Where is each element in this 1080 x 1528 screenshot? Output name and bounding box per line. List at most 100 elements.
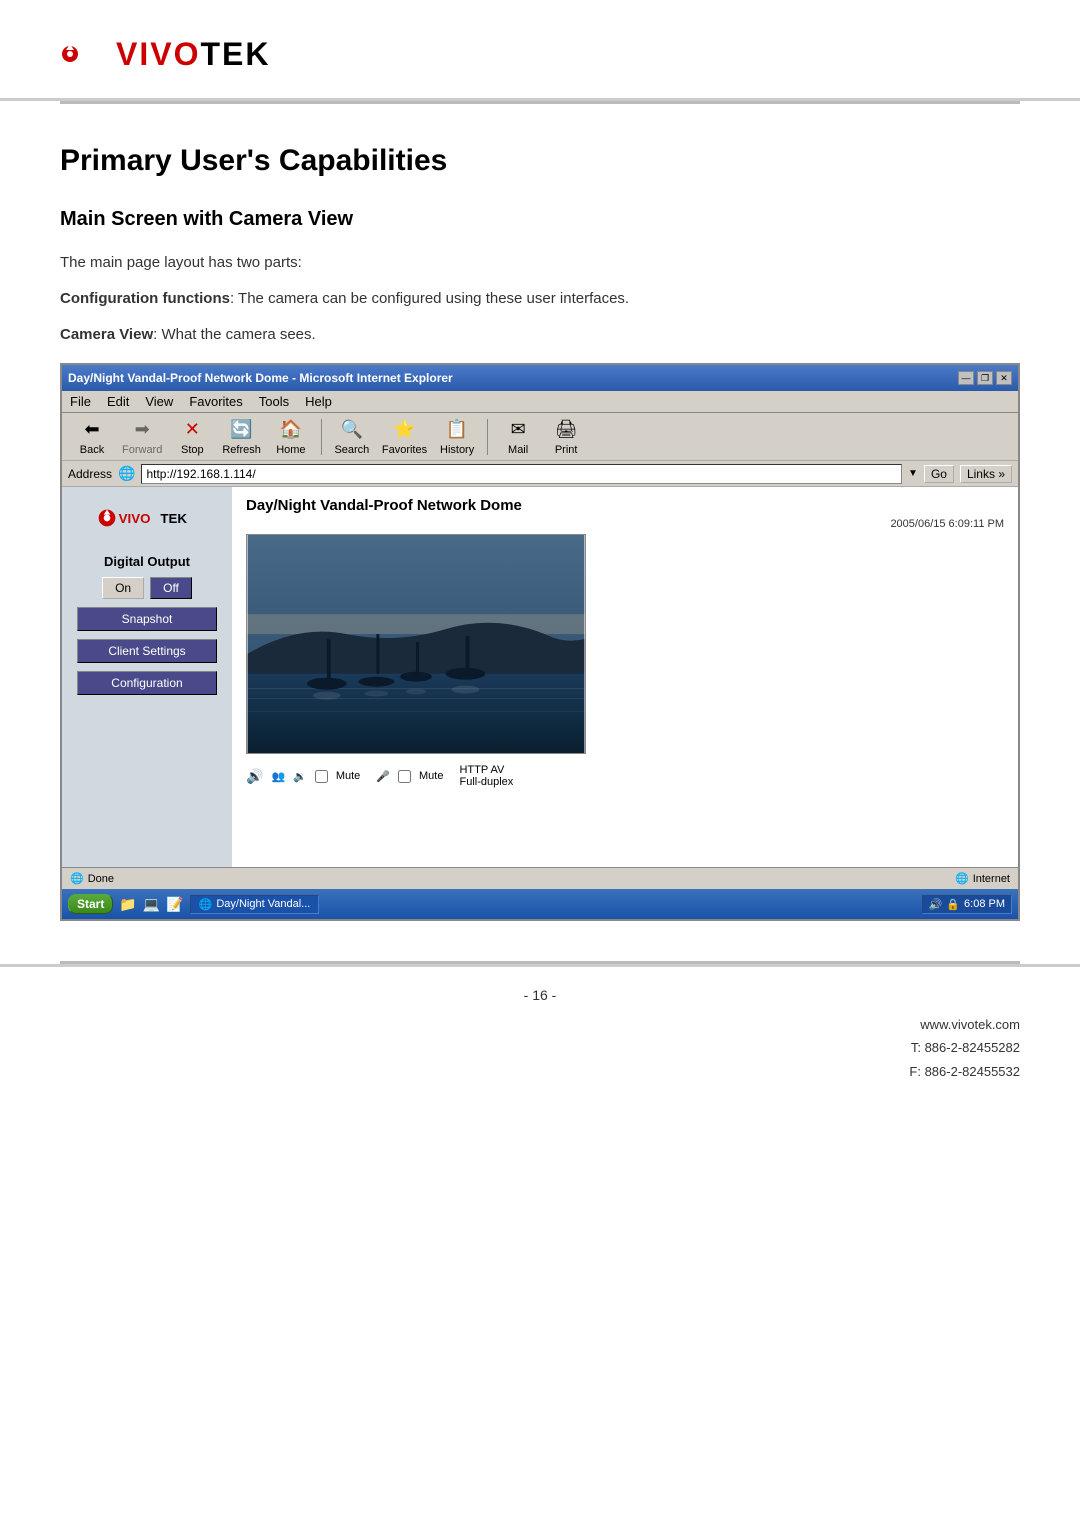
description2: Configuration functions: The camera can … [60,287,1020,311]
search-icon: 🔍 [340,418,364,442]
dropdown-arrow-icon: ▼ [908,468,918,479]
taskbar-icon3: 📝 [166,896,183,913]
sys-tray: 🔊 🔒 6:08 PM [922,895,1012,914]
page-footer: - 16 - www.vivotek.com T: 886-2-82455282… [0,964,1080,1103]
print-icon: 🖨 [554,418,578,442]
svg-text:TEK: TEK [160,511,187,526]
tray-icon2: 🔒 [946,898,960,911]
camera-title: Day/Night Vandal-Proof Network Dome [246,497,1004,514]
favorites-button[interactable]: ⭐ Favorites [378,416,431,458]
status-right: 🌐 Internet [955,872,1010,885]
client-settings-button[interactable]: Client Settings [77,639,217,663]
page-content: Primary User's Capabilities Main Screen … [0,104,1080,961]
history-button[interactable]: 📋 History [435,416,479,458]
address-label: Address [68,467,112,481]
digital-output-label: Digital Output [104,554,190,569]
toolbar-separator1 [321,419,322,455]
speaker-icon: 🔉 [293,770,307,783]
menu-help[interactable]: Help [305,394,332,409]
http-av-label: HTTP AV Full-duplex [459,764,513,788]
on-button[interactable]: On [102,577,144,599]
status-done: Done [88,873,114,885]
footer-contact: www.vivotek.com T: 886-2-82455282 F: 886… [60,1013,1020,1083]
minimize-button[interactable]: — [958,371,974,385]
taskbar-left: Start 📁 💻 📝 🌐 Day/Night Vandal... [68,894,319,914]
configuration-button[interactable]: Configuration [77,671,217,695]
page-header: VIVOTEK [0,0,1080,101]
back-button[interactable]: ⬅ Back [70,416,114,458]
address-input[interactable] [141,464,902,484]
sidebar-logo: VIVO TEK [97,503,197,538]
refresh-button[interactable]: 🔄 Refresh [218,416,265,458]
taskbar-app[interactable]: 🌐 Day/Night Vandal... [190,895,320,914]
audio-icon1: 🔊 [246,768,263,785]
browser-page-content: VIVO TEK Digital Output On Off Snapshot … [62,487,1018,867]
mute-label1: Mute [336,770,360,782]
camera-feed [246,534,586,754]
print-button[interactable]: 🖨 Print [544,416,588,458]
off-button[interactable]: Off [150,577,192,599]
restore-button[interactable]: ❐ [977,371,993,385]
audio-person-icon: 👥 [271,770,285,783]
camera-view-label: Camera View [60,326,153,343]
taskbar-icon2: 💻 [143,896,160,913]
page-sidebar: VIVO TEK Digital Output On Off Snapshot … [62,487,232,867]
close-button[interactable]: ✕ [996,371,1012,385]
favorites-icon: ⭐ [393,418,417,442]
browser-titlebar: Day/Night Vandal-Proof Network Dome - Mi… [62,365,1018,391]
history-icon: 📋 [445,418,469,442]
taskbar-app-label: Day/Night Vandal... [216,898,310,910]
go-button[interactable]: Go [924,465,954,483]
page-number: - 16 - [524,987,557,1003]
mute-checkbox2[interactable] [398,770,411,783]
mute-label2: Mute [419,770,443,782]
links-button[interactable]: Links » [960,465,1012,483]
browser-title: Day/Night Vandal-Proof Network Dome - Mi… [68,371,453,385]
vivotek-logo-text: VIVOTEK [116,36,270,73]
internet-icon: 🌐 [955,872,969,885]
taskbar-app-icon: 🌐 [199,898,213,911]
logo-container: VIVOTEK [60,30,1020,78]
page-main: Day/Night Vandal-Proof Network Dome 2005… [232,487,1018,867]
config-label: Configuration functions [60,290,230,307]
start-button[interactable]: Start [68,894,113,914]
browser-window: Day/Night Vandal-Proof Network Dome - Mi… [60,363,1020,921]
browser-menubar: File Edit View Favorites Tools Help [62,391,1018,413]
search-button[interactable]: 🔍 Search [330,416,374,458]
menu-tools[interactable]: Tools [259,394,289,409]
menu-file[interactable]: File [70,394,91,409]
mic-icon: 🎤 [376,770,390,783]
toolbar-separator2 [487,419,488,455]
forward-button[interactable]: ➡ Forward [118,416,166,458]
footer-website: www.vivotek.com [60,1013,1020,1036]
mute-checkbox1[interactable] [315,770,328,783]
mail-button[interactable]: ✉ Mail [496,416,540,458]
sidebar-vivotek-logo: VIVO TEK [97,503,197,533]
browser-addressbar: Address 🌐 ▼ Go Links » [62,461,1018,487]
footer-phone: T: 886-2-82455282 [60,1036,1020,1059]
subsection-title: Main Screen with Camera View [60,208,1020,231]
browser-toolbar: ⬅ Back ➡ Forward ✕ Stop 🔄 Refresh 🏠 Home [62,413,1018,461]
camera-view-text: : What the camera sees. [153,326,316,343]
snapshot-button[interactable]: Snapshot [77,607,217,631]
stop-icon: ✕ [180,418,204,442]
menu-view[interactable]: View [145,394,173,409]
home-icon: 🏠 [279,418,303,442]
menu-favorites[interactable]: Favorites [189,394,242,409]
mail-icon: ✉ [506,418,530,442]
audio-controls: 🔊 👥 🔉 Mute 🎤 Mute HTTP AV Full-duplex [246,760,1004,792]
stop-button[interactable]: ✕ Stop [170,416,214,458]
on-off-row: On Off [102,577,192,599]
tray-icon1: 🔊 [929,898,943,911]
status-left: 🌐 Done [70,872,114,885]
home-button[interactable]: 🏠 Home [269,416,313,458]
main-title: Primary User's Capabilities [60,144,1020,178]
taskbar-right: 🔊 🔒 6:08 PM [922,895,1012,914]
taskbar-clock: 6:08 PM [964,898,1005,910]
camera-datetime: 2005/06/15 6:09:11 PM [246,518,1004,530]
vivotek-logo-icon [60,30,108,78]
status-page-icon: 🌐 [70,872,84,885]
forward-icon: ➡ [130,418,154,442]
description1: The main page layout has two parts: [60,251,1020,275]
menu-edit[interactable]: Edit [107,394,129,409]
